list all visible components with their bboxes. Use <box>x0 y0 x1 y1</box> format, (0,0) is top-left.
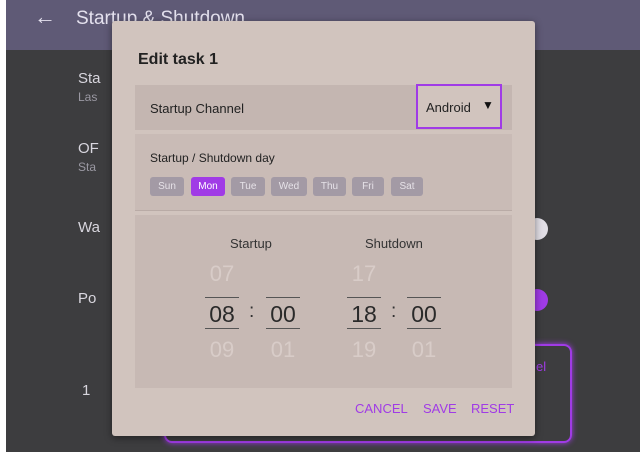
shutdown-min-next: 01 <box>411 337 437 362</box>
shutdown-hour-prev: 17 <box>351 261 377 286</box>
day-chip-fri[interactable]: Fri <box>352 177 384 196</box>
startup-hour-next: 09 <box>209 337 235 362</box>
time-picker-row: Startup Shutdown 07 08 09 : 00 01 17 18 … <box>135 215 512 388</box>
startup-channel-value: Android <box>426 100 471 115</box>
reset-button[interactable]: RESET <box>471 401 514 416</box>
day-chip-sun[interactable]: Sun <box>150 177 184 196</box>
startup-time-label: Startup <box>230 236 272 251</box>
day-chip-tue[interactable]: Tue <box>231 177 265 196</box>
day-chip-thu[interactable]: Thu <box>313 177 346 196</box>
bg-item-sub: Sta <box>78 160 97 174</box>
startup-min-next: 01 <box>270 337 296 362</box>
dialog-title: Edit task 1 <box>138 51 219 68</box>
startup-channel-row: Startup Channel Android ▼ <box>135 84 512 130</box>
startup-hour-prev: 07 <box>209 261 235 286</box>
bg-item-sub: Las <box>78 90 98 104</box>
day-chip-sat[interactable]: Sat <box>391 177 423 196</box>
startup-channel-select[interactable]: Android ▼ <box>416 84 502 129</box>
screen: ← Startup & Shutdown Sta Las OF Sta Wa P… <box>0 0 640 460</box>
bg-field-label: el <box>536 359 547 374</box>
save-button[interactable]: SAVE <box>423 401 457 416</box>
shutdown-hour-next: 19 <box>351 337 377 362</box>
edit-task-dialog: Edit task 1 Startup Channel Android ▼ St… <box>112 21 535 436</box>
shutdown-hour-wheel[interactable]: 18 <box>347 297 381 329</box>
bg-list-number: 1 <box>82 382 91 399</box>
bg-item-label: Sta <box>78 70 101 87</box>
day-row: Startup / Shutdown day Sun Mon Tue Wed T… <box>135 134 512 211</box>
cancel-button[interactable]: CANCEL <box>355 401 408 416</box>
shutdown-minute-wheel[interactable]: 00 <box>407 297 441 329</box>
arrow-left-icon[interactable]: ← <box>34 4 56 30</box>
bg-item-label: Wa <box>78 219 100 236</box>
caret-down-icon: ▼ <box>482 98 494 112</box>
day-chip-wed[interactable]: Wed <box>271 177 307 196</box>
startup-time-separator: : <box>249 301 255 322</box>
startup-channel-label: Startup Channel <box>150 101 244 116</box>
startup-hour-wheel[interactable]: 08 <box>205 297 239 329</box>
shutdown-time-separator: : <box>391 301 397 322</box>
bg-item-label: Po <box>78 290 97 307</box>
startup-minute-wheel[interactable]: 00 <box>266 297 300 329</box>
day-chip-mon[interactable]: Mon <box>191 177 225 196</box>
bg-item-label: OF <box>78 140 99 157</box>
day-label: Startup / Shutdown day <box>150 151 275 165</box>
shutdown-time-label: Shutdown <box>365 236 423 251</box>
